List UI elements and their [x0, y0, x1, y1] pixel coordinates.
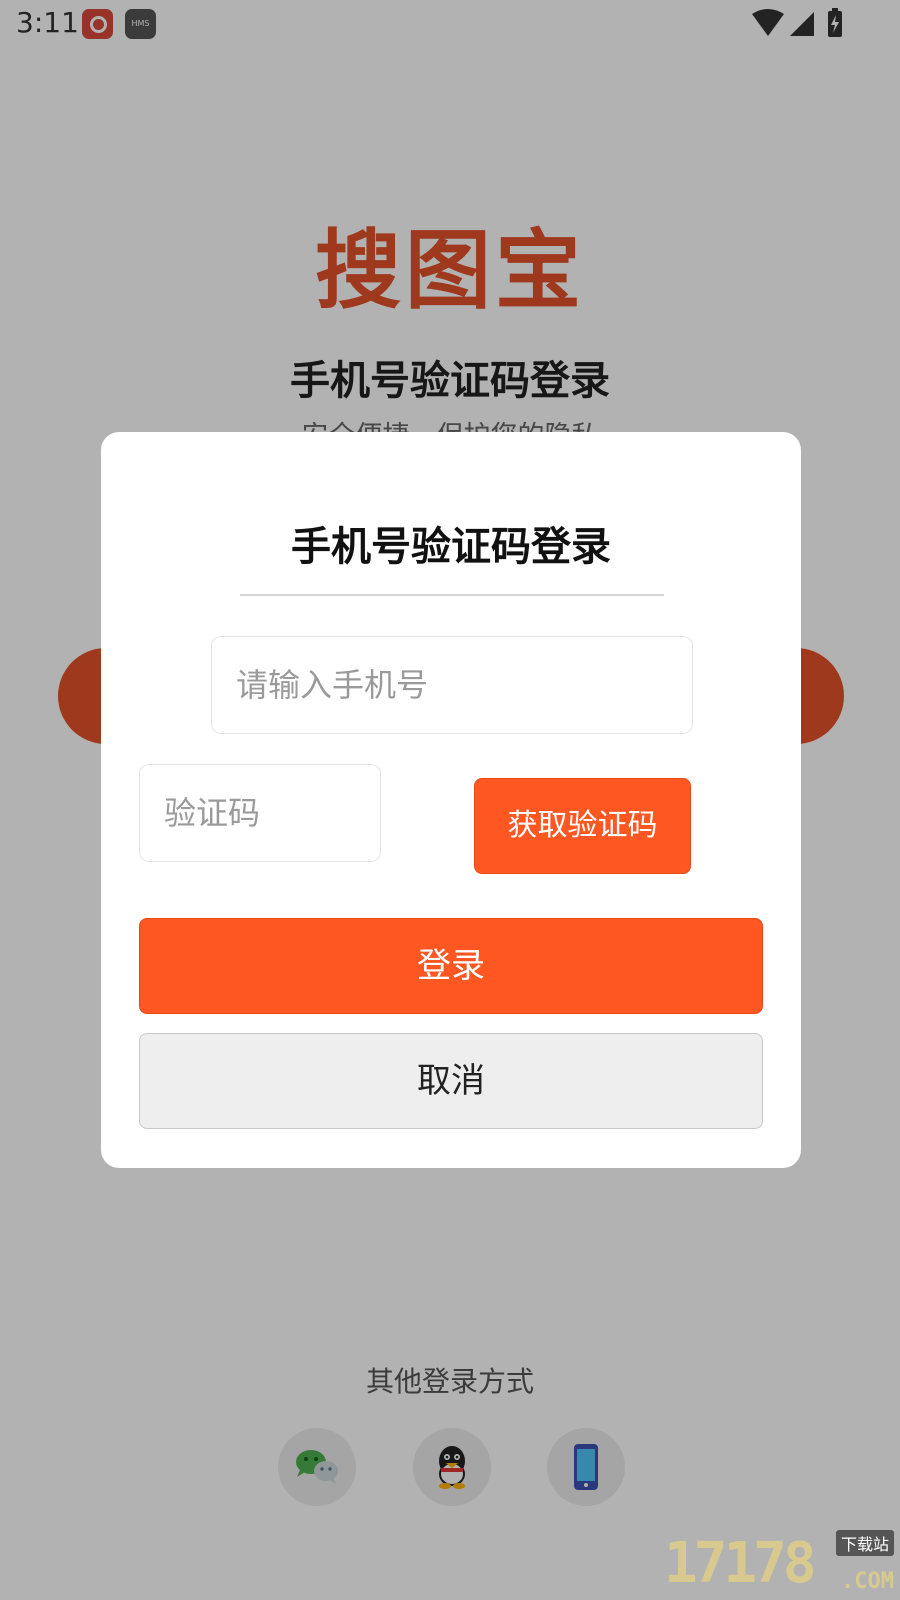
watermark-suffix: .COM [841, 1569, 894, 1594]
divider [240, 594, 664, 596]
phone-input[interactable] [211, 636, 693, 734]
watermark-digits: 17178 [664, 1531, 817, 1596]
watermark-badge: 下载站 [835, 1530, 894, 1556]
get-code-button[interactable]: 获取验证码 [474, 778, 691, 874]
verification-code-input[interactable] [139, 764, 381, 862]
cancel-button[interactable]: 取消 [139, 1033, 763, 1129]
dialog-title: 手机号验证码登录 [291, 524, 611, 570]
login-button[interactable]: 登录 [139, 918, 763, 1014]
login-dialog: 手机号验证码登录 获取验证码 登录 取消 [101, 432, 801, 1168]
login-screen: 3:11 HMS 搜图宝 手机号验证码登录 安全便捷，保护您的隐私 其他登录方式 [0, 0, 900, 1600]
site-watermark: 17178 下载站 .COM [664, 1530, 894, 1596]
